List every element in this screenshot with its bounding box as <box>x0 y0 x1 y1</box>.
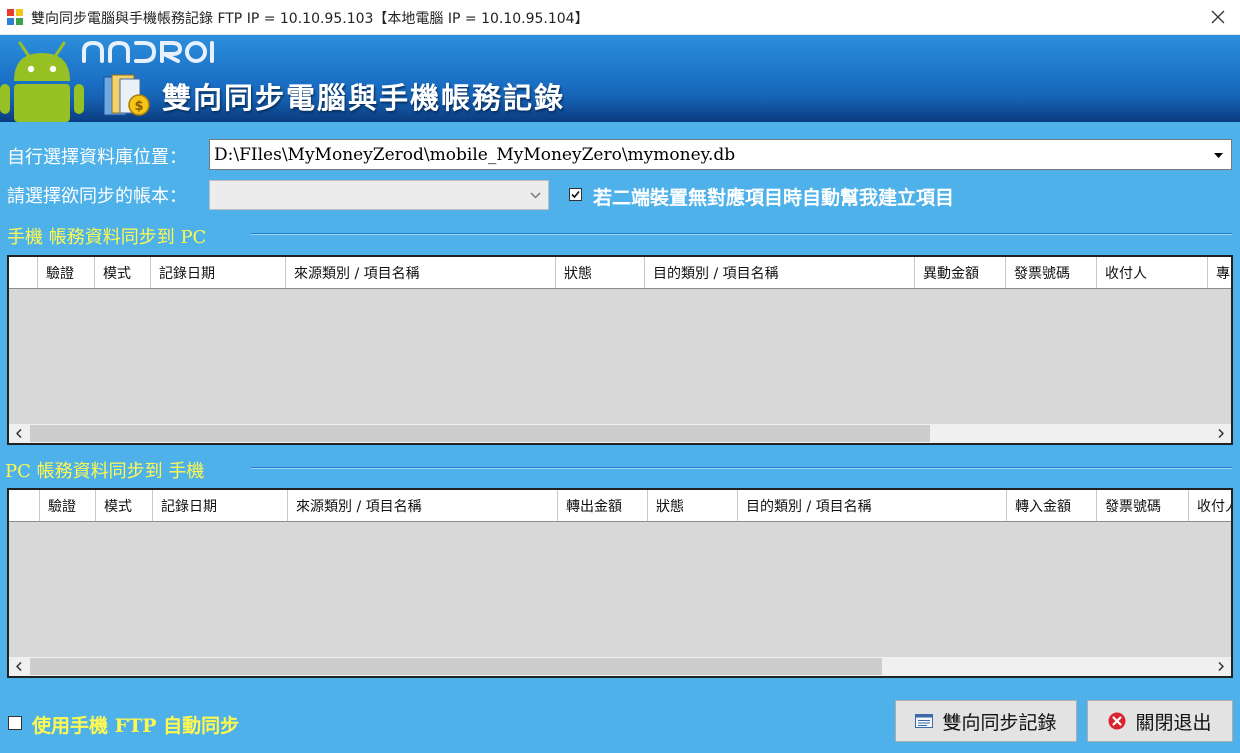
column-header[interactable]: 驗證 <box>38 257 95 288</box>
column-header[interactable]: 目的類別 / 項目名稱 <box>645 257 915 288</box>
sync-records-button[interactable]: 雙向同步記錄 <box>895 700 1077 742</box>
header-banner: $ 雙向同步電腦與手機帳務記錄 <box>0 35 1240 122</box>
column-header[interactable]: 記錄日期 <box>153 490 288 521</box>
column-header[interactable]: 收付人 <box>1097 257 1208 288</box>
column-header[interactable]: 目的類別 / 項目名稱 <box>738 490 1007 521</box>
ftp-auto-sync-checkbox[interactable] <box>8 716 22 730</box>
horizontal-scrollbar[interactable] <box>9 424 1231 443</box>
android-wordmark-logo <box>82 40 214 63</box>
close-window-button[interactable] <box>1196 1 1240 33</box>
column-header[interactable]: 轉入金額 <box>1007 490 1097 521</box>
grid-header: 驗證 模式 記錄日期 來源類別 / 項目名稱 轉出金額 狀態 目的類別 / 項目… <box>9 490 1231 522</box>
chevron-right-icon <box>1218 429 1224 438</box>
window-title: 雙向同步電腦與手機帳務記錄 FTP IP = 10.10.95.103【本地電腦… <box>31 11 589 27</box>
cancel-circle-icon <box>1108 712 1126 730</box>
row-selector-header <box>9 257 38 288</box>
scrollbar-thumb[interactable] <box>30 425 930 442</box>
android-robot-icon <box>0 41 84 122</box>
auto-create-checkbox[interactable] <box>569 188 582 201</box>
scrollbar-thumb[interactable] <box>30 658 882 675</box>
horizontal-scrollbar[interactable] <box>9 657 1231 676</box>
pc-to-mobile-grid[interactable]: 驗證 模式 記錄日期 來源類別 / 項目名稱 轉出金額 狀態 目的類別 / 項目… <box>7 488 1233 678</box>
checkmark-icon <box>571 190 580 199</box>
column-header[interactable]: 模式 <box>96 490 153 521</box>
account-combobox[interactable] <box>209 180 549 210</box>
scroll-right-button[interactable] <box>1211 657 1231 676</box>
column-header[interactable]: 驗證 <box>40 490 96 521</box>
mobile-to-pc-section-title: 手機 帳務資料同步到 PC <box>7 227 207 248</box>
grid-header: 驗證 模式 記錄日期 來源類別 / 項目名稱 狀態 目的類別 / 項目名稱 異動… <box>9 257 1231 289</box>
account-label: 請選擇欲同步的帳本： <box>7 186 187 207</box>
column-header[interactable]: 發票號碼 <box>1006 257 1097 288</box>
scroll-right-button[interactable] <box>1211 424 1231 443</box>
column-header[interactable]: 記錄日期 <box>151 257 286 288</box>
column-header[interactable]: 收付人 <box>1189 490 1231 521</box>
scroll-left-button[interactable] <box>9 657 29 676</box>
db-location-label: 自行選擇資料庫位置： <box>7 147 187 168</box>
close-exit-button-label: 關閉退出 <box>1135 711 1212 734</box>
close-exit-button[interactable]: 關閉退出 <box>1087 700 1233 742</box>
column-header[interactable]: 來源類別 / 項目名稱 <box>288 490 558 521</box>
db-location-value: D:\FIles\MyMoneyZerod\mobile_MyMoneyZero… <box>214 145 736 165</box>
ftp-auto-sync-label[interactable]: 使用手機 FTP 自動同步 <box>32 711 239 738</box>
svg-text:$: $ <box>134 99 143 114</box>
column-header[interactable]: 來源類別 / 項目名稱 <box>286 257 556 288</box>
auto-create-label[interactable]: 若二端裝置無對應項目時自動幫我建立項目 <box>593 183 954 210</box>
section-divider <box>251 233 1232 235</box>
chevron-right-icon <box>1218 662 1224 671</box>
chevron-left-icon <box>16 429 22 438</box>
scroll-left-button[interactable] <box>9 424 29 443</box>
column-header[interactable]: 模式 <box>95 257 151 288</box>
section-divider <box>251 467 1232 469</box>
mobile-to-pc-grid[interactable]: 驗證 模式 記錄日期 來源類別 / 項目名稱 狀態 目的類別 / 項目名稱 異動… <box>7 255 1233 445</box>
column-header[interactable]: 發票號碼 <box>1097 490 1189 521</box>
app-icon <box>7 9 23 25</box>
column-header[interactable]: 狀態 <box>556 257 645 288</box>
row-selector-header <box>9 490 40 521</box>
column-header[interactable]: 異動金額 <box>915 257 1006 288</box>
dropdown-arrow-icon <box>1214 153 1223 158</box>
chevron-down-icon <box>530 192 541 199</box>
column-header[interactable]: 專 <box>1208 257 1231 288</box>
db-location-combobox[interactable]: D:\FIles\MyMoneyZerod\mobile_MyMoneyZero… <box>209 139 1232 170</box>
column-header[interactable]: 轉出金額 <box>558 490 648 521</box>
window-titlebar: 雙向同步電腦與手機帳務記錄 FTP IP = 10.10.95.103【本地電腦… <box>0 0 1240 35</box>
chevron-left-icon <box>16 662 22 671</box>
pc-to-mobile-section-title: PC 帳務資料同步到 手機 <box>5 461 205 482</box>
sync-list-icon <box>915 714 934 728</box>
banner-title: 雙向同步電腦與手機帳務記錄 <box>162 81 566 115</box>
sync-records-button-label: 雙向同步記錄 <box>942 711 1057 734</box>
money-book-icon: $ <box>103 74 150 116</box>
main-panel: $ 雙向同步電腦與手機帳務記錄 自行選擇資料庫位置： D:\FIles\MyMo… <box>0 35 1240 753</box>
close-icon <box>1211 10 1225 24</box>
column-header[interactable]: 狀態 <box>648 490 738 521</box>
